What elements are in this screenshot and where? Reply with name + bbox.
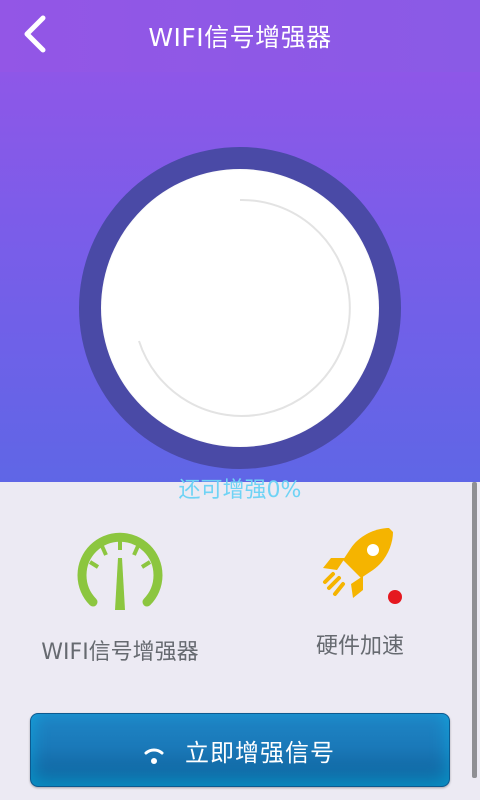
chevron-left-icon (24, 15, 46, 53)
feature-hardware-accel[interactable]: 硬件加速 (260, 524, 460, 660)
feature-label-wifi: WIFI信号增强器 (41, 640, 199, 665)
boost-signal-label: 立即增强信号 (185, 738, 335, 767)
notification-badge (388, 590, 402, 604)
hero-panel: 还可增强0% (0, 72, 480, 503)
speedometer-icon (77, 532, 163, 610)
boost-signal-button[interactable]: 立即增强信号 (30, 713, 450, 787)
dial-progress-arc (138, 198, 351, 417)
app-header: WIFI信号增强器 (0, 0, 480, 72)
wifi-icon (144, 748, 164, 764)
feature-label-hardware: 硬件加速 (315, 634, 404, 659)
page-title: WIFI信号增强器 (148, 23, 332, 52)
back-button[interactable] (14, 12, 54, 56)
scrollbar[interactable] (472, 482, 477, 778)
feature-grid: WIFI信号增强器 硬件加速 (0, 482, 480, 712)
feature-wifi-booster[interactable]: WIFI信号增强器 (20, 530, 220, 666)
